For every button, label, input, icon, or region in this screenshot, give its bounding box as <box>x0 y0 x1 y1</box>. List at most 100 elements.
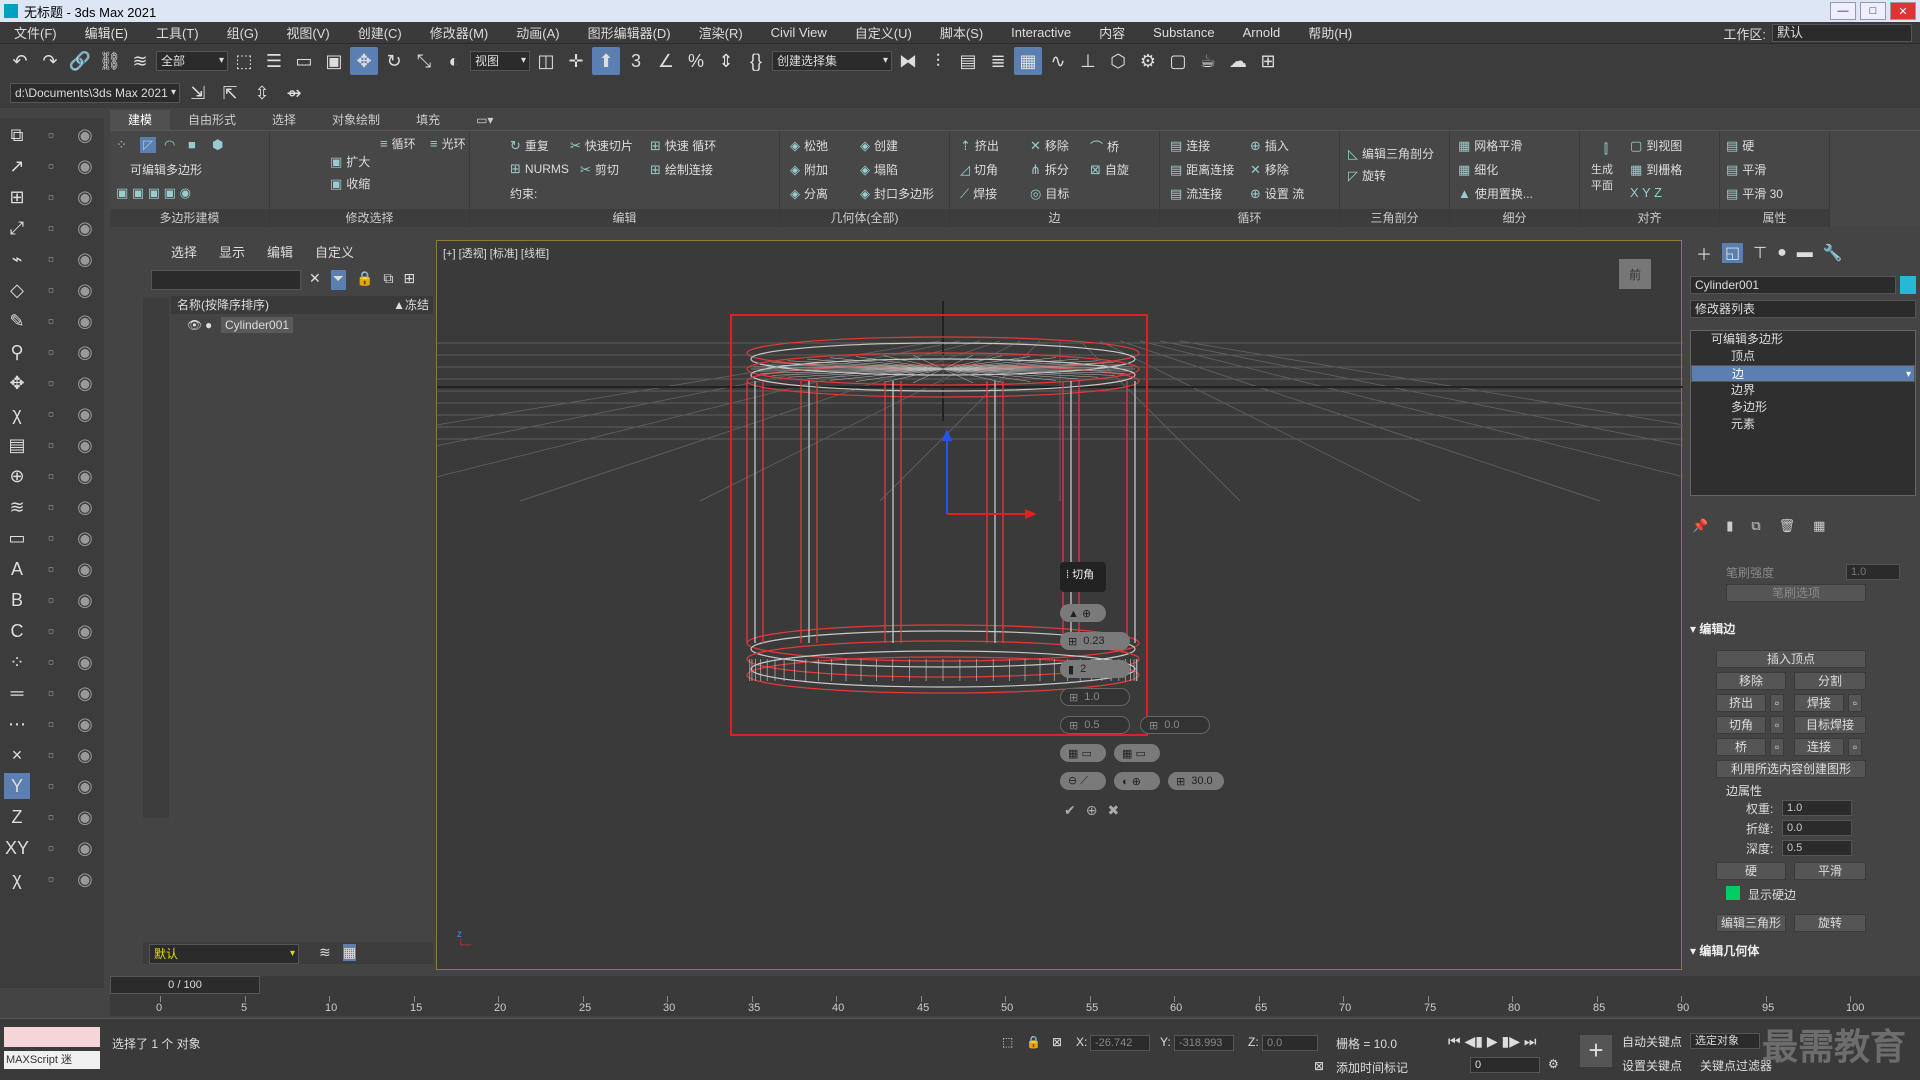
toolbar-icon[interactable]: ▫ <box>38 773 64 799</box>
goto-end-icon[interactable]: ⏭ <box>1524 1033 1537 1049</box>
minimize-button[interactable]: — <box>1830 2 1856 20</box>
paint-connect-button[interactable]: ⊞ 绘制连接 <box>650 161 713 178</box>
bridge-settings-icon[interactable]: ▫ <box>1770 738 1784 756</box>
subobj-vertex-icon[interactable]: ⁘ <box>116 137 127 153</box>
percent-snap-icon[interactable]: % <box>682 47 710 75</box>
undo-icon[interactable]: ↶ <box>6 47 34 75</box>
visibility-eye-icon[interactable]: 👁 <box>187 316 202 334</box>
select-object-icon[interactable]: ⬚ <box>230 47 258 75</box>
bridge-button[interactable]: ⌒ 桥 <box>1090 137 1119 156</box>
caddy-amount-field[interactable]: ⊞ 0.23 <box>1060 632 1130 650</box>
set-key-button[interactable]: 设置关键点 <box>1622 1057 1682 1074</box>
tab-selection[interactable]: 选择 <box>254 110 314 130</box>
project-open-icon[interactable]: ⇳ <box>248 79 276 107</box>
chamfer-edge-button[interactable]: 切角 <box>1716 716 1766 734</box>
select-manipulate-icon[interactable]: ✛ <box>562 47 590 75</box>
x-coord-field[interactable]: -26.742 <box>1090 1035 1150 1051</box>
collapse-button[interactable]: ◈ 塌陷 <box>860 161 898 178</box>
selection-lock-icon[interactable]: 🔒 <box>1026 1035 1041 1049</box>
hierarchy-tab-icon[interactable]: ⊤ <box>1753 243 1767 263</box>
menu-item[interactable]: 脚本(S) <box>926 23 997 42</box>
xform-icon[interactable]: χ <box>4 401 30 427</box>
menu-item[interactable]: 工具(T) <box>142 23 213 42</box>
y-coord-field[interactable]: -318.993 <box>1174 1035 1234 1051</box>
search-icon[interactable]: ⚲ <box>4 339 30 365</box>
prev-frame-icon[interactable]: ◀▮ <box>1465 1033 1483 1049</box>
toolbar-icon[interactable]: ◉ <box>72 742 98 768</box>
caddy-handle-icon[interactable]: ⁞ <box>1066 569 1069 581</box>
toolbar-icon[interactable]: ◉ <box>72 835 98 861</box>
make-unique-icon[interactable]: ⧉ <box>1751 518 1760 534</box>
tab-modeling[interactable]: 建模 <box>110 110 171 130</box>
render-setup-icon[interactable]: ⚙ <box>1134 47 1162 75</box>
insert-loop-button[interactable]: ⊕ 插入 <box>1250 137 1289 154</box>
tessellate-button[interactable]: ▦ 细化 <box>1458 161 1498 178</box>
layers-icon[interactable]: ⧉ <box>383 270 393 290</box>
toolbar-icon[interactable]: ◉ <box>72 773 98 799</box>
transform-icon[interactable]: ⤢ <box>4 215 30 241</box>
auto-key-button[interactable]: 自动关键点 <box>1622 1033 1682 1050</box>
toolbar-icon[interactable]: ◉ <box>72 246 98 272</box>
toolbar-icon[interactable]: ▫ <box>38 556 64 582</box>
remove-modifier-icon[interactable]: 🗑 <box>1779 518 1796 534</box>
window-crossing-icon[interactable]: ▣ <box>320 47 348 75</box>
hierarchy-icon[interactable]: ⊞ <box>403 270 415 290</box>
toolbar-icon[interactable]: ▫ <box>38 215 64 241</box>
cut-button[interactable]: ✂ 剪切 <box>580 161 619 178</box>
edit-icon[interactable]: ✎ <box>4 308 30 334</box>
maxscript-listener[interactable] <box>4 1027 100 1047</box>
time-tag-icon[interactable]: ⊠ <box>1314 1059 1324 1073</box>
extrude-button[interactable]: ⇡ 挤出 <box>960 137 999 154</box>
display-tab-icon[interactable]: ▬ <box>1797 244 1813 262</box>
named-selection-select[interactable]: 创建选择集 <box>772 51 892 71</box>
align-xyz-buttons[interactable]: X Y Z <box>1630 185 1662 200</box>
subobj-element-icon[interactable]: ⬢ <box>212 137 223 153</box>
flow-connect-button[interactable]: ▤ 流连接 <box>1170 185 1222 202</box>
connect-edge-button[interactable]: 连接 <box>1794 738 1844 756</box>
show-end-result-icon[interactable]: ▮ <box>1726 518 1733 534</box>
quickslice-button[interactable]: ✂ 快速切片 <box>570 137 633 154</box>
toolbar-icon[interactable]: ◉ <box>72 525 98 551</box>
menu-item[interactable]: 自定义(U) <box>841 23 926 42</box>
spinner-snap-icon[interactable]: ⇕ <box>712 47 740 75</box>
perspective-viewport[interactable]: [+] [透视] [标准] [线框] 前 z └─ <box>436 240 1683 970</box>
move-icon[interactable]: ✥ <box>350 47 378 75</box>
edit-tri-button[interactable]: 编辑三角形 <box>1716 914 1786 932</box>
toolbar-icon[interactable]: ▫ <box>38 835 64 861</box>
connect-settings-icon[interactable]: ▫ <box>1848 738 1862 756</box>
smooth-edge-button[interactable]: 平滑 <box>1794 862 1866 880</box>
project-settings-icon[interactable]: ⇴ <box>280 79 308 107</box>
toolbar-icon[interactable]: ◉ <box>72 556 98 582</box>
schematic-view-icon[interactable]: ⊥ <box>1074 47 1102 75</box>
caddy-open-icon[interactable]: ▦ ▭ <box>1060 744 1106 762</box>
z-coord-field[interactable]: 0.0 <box>1262 1035 1318 1051</box>
brush-options-button[interactable]: 笔刷选项 <box>1726 584 1866 602</box>
cap-poly-button[interactable]: ◈ 封口多边形 <box>860 185 934 202</box>
next-frame-icon[interactable]: ▮▶ <box>1502 1033 1520 1049</box>
stack-subobject-item[interactable]: 边 <box>1691 365 1915 383</box>
toolbar-icon[interactable]: ▫ <box>38 525 64 551</box>
create-tab-icon[interactable]: ＋ <box>1696 241 1712 265</box>
use-displacement-button[interactable]: ▲ 使用置换... <box>1458 185 1533 202</box>
menu-item[interactable]: Interactive <box>997 25 1085 40</box>
caddy-mitering-icon[interactable]: ◐ ⊕ <box>1114 772 1160 790</box>
brush-strength-field[interactable]: 1.0 <box>1846 564 1900 580</box>
scene-column-header[interactable]: 名称(按降序排序) ▲冻结 <box>171 296 433 314</box>
toolbar-icon[interactable]: ▫ <box>38 680 64 706</box>
tab-freeform[interactable]: 自由形式 <box>170 110 254 130</box>
toolbar-icon[interactable]: ◉ <box>72 277 98 303</box>
align-icon[interactable]: ⫶ <box>924 47 952 75</box>
toolbar-icon[interactable]: ◉ <box>72 153 98 179</box>
move-tool-icon[interactable]: ✥ <box>4 370 30 396</box>
rect-selection-icon[interactable]: ▭ <box>290 47 318 75</box>
toolbar-icon[interactable]: ◉ <box>72 432 98 458</box>
angle-snap-icon[interactable]: ∠ <box>652 47 680 75</box>
layer-select[interactable]: 默认 <box>149 944 299 964</box>
pin-stack-icon[interactable]: 📌 <box>1692 518 1708 534</box>
add-time-tag[interactable]: 添加时间标记 <box>1336 1059 1408 1076</box>
grow-button[interactable]: ▣ 扩大 <box>330 153 370 170</box>
nurms-button[interactable]: ⊞ NURMS <box>510 161 569 177</box>
points-icon[interactable]: ⁘ <box>4 649 30 675</box>
isolate-icon[interactable]: ⬚ <box>1002 1035 1013 1049</box>
menu-item[interactable]: 渲染(R) <box>685 23 757 42</box>
